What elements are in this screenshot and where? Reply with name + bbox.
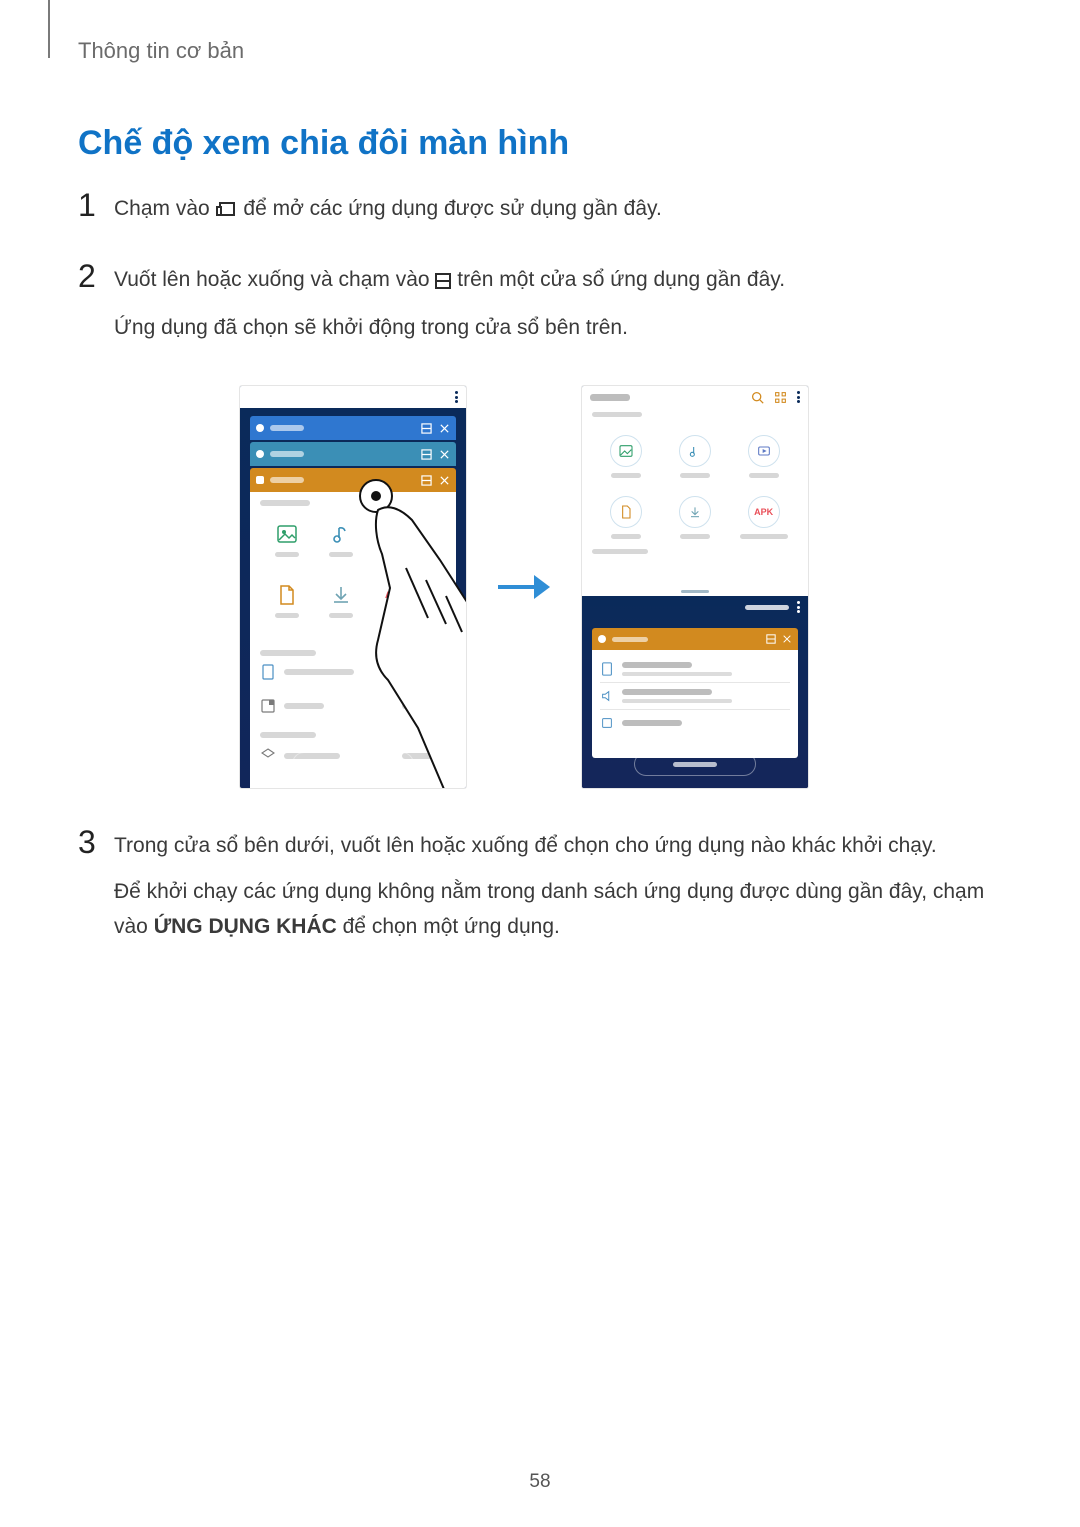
- split-icon: [435, 265, 451, 301]
- recents-icon: [216, 194, 238, 230]
- step-2-line2: Ứng dụng đã chọn sẽ khởi động trong cửa …: [114, 310, 1000, 346]
- documents-icon: [592, 496, 661, 539]
- settings-row: [600, 656, 790, 682]
- card-header: [250, 416, 456, 440]
- section-label: [260, 500, 310, 506]
- section-label: [592, 549, 648, 554]
- phone-recents: AP: [240, 386, 466, 788]
- step-1-seg2: để mở các ứng dụng được sử dụng gần đây.: [243, 197, 661, 220]
- card-header: [592, 628, 798, 650]
- section-label: [592, 412, 642, 417]
- overflow-icon: [455, 391, 458, 403]
- close-icon: [782, 634, 792, 644]
- step-3-line1: Trong cửa sổ bên dưới, vuốt lên hoặc xuố…: [114, 828, 1000, 864]
- hand-pointer-icon: [348, 468, 466, 788]
- bottom-recents-card: [592, 628, 798, 758]
- files-toolbar: [582, 386, 808, 408]
- figure: AP: [48, 386, 1000, 788]
- video-icon: [729, 435, 798, 478]
- files-title: [590, 394, 630, 401]
- step-num: 3: [78, 825, 114, 860]
- files-grid: APK: [582, 421, 808, 545]
- app-name: [270, 477, 304, 483]
- split-icon: [421, 449, 432, 460]
- app-dot-icon: [598, 635, 606, 643]
- step-body: Vuốt lên hoặc xuống và chạm vào trên một…: [114, 262, 1000, 356]
- more-apps-bar: [582, 596, 808, 618]
- split-icon: [766, 634, 776, 644]
- app-name: [270, 451, 304, 457]
- more-apps-label: [745, 605, 789, 610]
- page-title: Chế độ xem chia đôi màn hình: [78, 124, 1000, 163]
- apk-icon: APK: [729, 496, 798, 539]
- step-3-line2-b: để chọn một ứng dụng.: [337, 915, 560, 938]
- step-num: 2: [78, 259, 114, 294]
- step-3-line2: Để khởi chạy các ứng dụng không nằm tron…: [114, 874, 1000, 945]
- card-header: [250, 442, 456, 466]
- step-2: 2 Vuốt lên hoặc xuống và chạm vào trên m…: [78, 262, 1000, 356]
- step-2-seg0: Vuốt lên hoặc xuống và chạm vào: [114, 268, 435, 291]
- step-num: 1: [78, 188, 114, 223]
- settings-list: [592, 650, 798, 758]
- status-bar: [240, 386, 466, 408]
- split-top-window: APK: [582, 386, 808, 586]
- step-body: Chạm vào để mở các ứng dụng được sử dụng…: [114, 191, 1000, 240]
- images-icon: [592, 435, 661, 478]
- grid-icon: [774, 391, 787, 404]
- split-bottom-window: [582, 596, 808, 788]
- close-icon: [439, 449, 450, 460]
- documents-icon: [260, 583, 314, 618]
- step-3: 3 Trong cửa sổ bên dưới, vuốt lên hoặc x…: [78, 828, 1000, 955]
- settings-row: [600, 682, 790, 709]
- app-dot-icon: [256, 424, 264, 432]
- images-icon: [260, 522, 314, 557]
- close-icon: [439, 423, 450, 434]
- page: Thông tin cơ bản Chế độ xem chia đôi màn…: [0, 0, 1080, 1527]
- step-2-line1: Vuốt lên hoặc xuống và chạm vào trên một…: [114, 262, 1000, 301]
- audio-icon: [661, 435, 730, 478]
- settings-row: [600, 709, 790, 736]
- overflow-icon: [797, 601, 800, 613]
- drag-handle-icon: [681, 590, 709, 593]
- search-icon: [751, 391, 764, 404]
- step-2-seg2: trên một cửa sổ ứng dụng gần đây.: [457, 268, 785, 291]
- recents-card: [250, 416, 456, 440]
- page-number: 58: [529, 1471, 550, 1493]
- breadcrumb: Thông tin cơ bản: [78, 38, 1000, 64]
- close-all-button: [634, 752, 756, 776]
- step-3-bold: ỨNG DỤNG KHÁC: [154, 915, 337, 938]
- phone-split: APK: [582, 386, 808, 788]
- connections-icon: [600, 662, 614, 676]
- step-body: Trong cửa sổ bên dưới, vuốt lên hoặc xuố…: [114, 828, 1000, 955]
- split-divider: [582, 586, 808, 596]
- recents-card: [250, 442, 456, 466]
- app-dot-icon: [256, 450, 264, 458]
- split-icon: [421, 423, 432, 434]
- sound-icon: [600, 689, 614, 703]
- step-1: 1 Chạm vào để mở các ứng dụng được sử dụ…: [78, 191, 1000, 240]
- section-label: [260, 650, 316, 656]
- apk-label: APK: [754, 507, 773, 517]
- arrow-right-icon: [494, 563, 554, 611]
- step-1-text: Chạm vào để mở các ứng dụng được sử dụng…: [114, 191, 1000, 230]
- overflow-icon: [797, 391, 800, 403]
- app-dot-icon: [256, 476, 264, 484]
- notifications-icon: [600, 716, 614, 730]
- step-1-seg0: Chạm vào: [114, 197, 216, 220]
- app-name: [270, 425, 304, 431]
- left-rule: [48, 0, 50, 58]
- app-name: [612, 637, 648, 642]
- downloads-icon: [661, 496, 730, 539]
